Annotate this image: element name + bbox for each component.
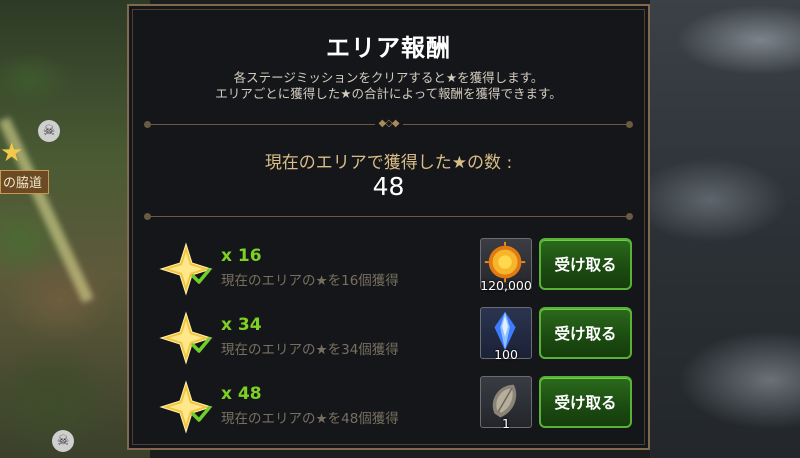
- map-star-icon: ★: [0, 138, 24, 168]
- panel-description: 各ステージミッションをクリアすると★を獲得します。 エリアごとに獲得した★の合計…: [129, 70, 648, 102]
- star-threshold: x 48: [221, 384, 262, 404]
- reward-condition: 現在のエリアの★を34個獲得: [221, 342, 399, 358]
- star-count-value: 48: [372, 172, 405, 201]
- claim-button[interactable]: 受け取る: [539, 238, 632, 290]
- check-icon: [191, 337, 211, 353]
- check-icon: [191, 268, 211, 284]
- reward-row: x 16 現在のエリアの★を16個獲得 120,000 受け取る: [149, 238, 634, 300]
- star-count-label: 現在のエリアで獲得した★の数 :: [264, 153, 513, 173]
- reward-quantity: 100: [494, 347, 518, 362]
- skull-icon[interactable]: ☠: [52, 430, 74, 452]
- reward-row: x 34 現在のエリアの★を34個獲得 100 受け取る: [149, 307, 634, 369]
- reward-quantity: 120,000: [480, 278, 532, 293]
- description-line-1: 各ステージミッションをクリアすると★を獲得します。: [233, 70, 544, 85]
- check-icon: [191, 406, 211, 422]
- divider-bottom: [144, 213, 633, 220]
- star-threshold: x 34: [221, 315, 262, 335]
- cloud-background: [650, 0, 800, 458]
- claim-button[interactable]: 受け取る: [539, 307, 632, 359]
- star-threshold: x 16: [221, 246, 262, 266]
- description-line-2: エリアごとに獲得した★の合計によって報酬を獲得できます。: [215, 86, 562, 101]
- map-location-label[interactable]: の脇道: [0, 170, 50, 194]
- reward-quantity: 1: [502, 416, 510, 431]
- skull-icon[interactable]: ☠: [38, 120, 60, 142]
- panel-title: エリア報酬: [326, 34, 451, 62]
- reward-condition: 現在のエリアの★を16個獲得: [221, 273, 399, 289]
- reward-condition: 現在のエリアの★を48個獲得: [221, 411, 399, 427]
- divider-top: ◆◇◆: [144, 118, 633, 129]
- area-reward-panel: エリア報酬 各ステージミッションをクリアすると★を獲得します。 エリアごとに獲得…: [127, 4, 650, 450]
- claim-button[interactable]: 受け取る: [539, 376, 632, 428]
- reward-row: x 48 現在のエリアの★を48個獲得 1 受け取る: [149, 376, 634, 438]
